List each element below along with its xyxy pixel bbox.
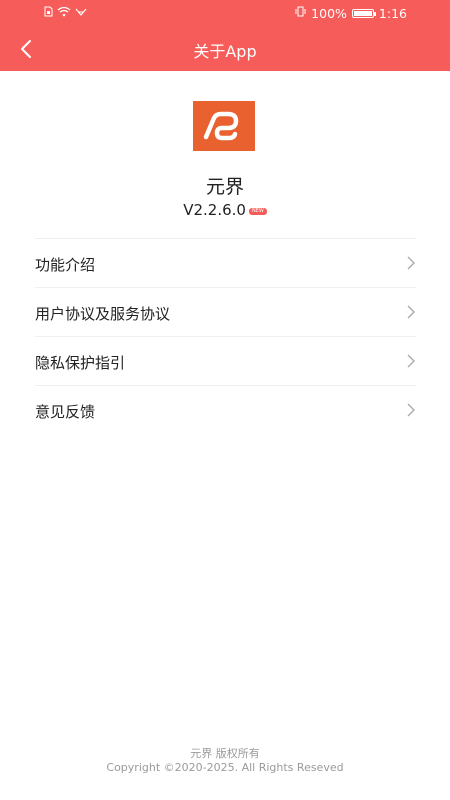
- menu-item-label: 功能介绍: [35, 256, 96, 274]
- app-name: 元界: [205, 176, 244, 198]
- battery-percent: 100%: [311, 6, 347, 21]
- footer: 元界 版权所有 Copyright ©2020-2025. All Rights…: [0, 747, 450, 775]
- battery-icon: [351, 9, 376, 18]
- header: 100% 1:16 关于App: [0, 0, 450, 71]
- chevron-right-icon: [407, 354, 415, 368]
- status-time: 1:16: [378, 6, 407, 21]
- menu-item-privacy-guide[interactable]: 隐私保护指引: [35, 337, 416, 386]
- page-title: 关于App: [193, 42, 257, 61]
- version-row: V2.2.6.0 NEW: [0, 201, 450, 219]
- new-badge: NEW: [248, 207, 267, 215]
- app-version: V2.2.6.0: [183, 201, 246, 219]
- menu-item-user-agreement[interactable]: 用户协议及服务协议: [35, 288, 416, 337]
- settings-menu: 功能介绍 用户协议及服务协议 隐私保护指引 意见反馈: [35, 238, 416, 434]
- chevron-right-icon: [407, 305, 415, 319]
- footer-owner: 元界 版权所有: [190, 747, 260, 760]
- menu-item-label: 隐私保护指引: [35, 354, 126, 372]
- chevron-right-icon: [407, 256, 415, 270]
- sim-icon: [44, 6, 53, 21]
- menu-item-feedback[interactable]: 意见反馈: [35, 386, 416, 434]
- menu-item-label: 用户协议及服务协议: [35, 305, 171, 323]
- menu-item-feature-intro[interactable]: 功能介绍: [35, 239, 416, 288]
- status-right: 100% 1:16: [295, 6, 407, 21]
- vibrate-icon: [295, 6, 306, 21]
- nav-bar: 关于App: [0, 28, 450, 71]
- menu-item-label: 意见反馈: [35, 403, 96, 421]
- signal-icon: [75, 6, 87, 21]
- footer-copyright: Copyright ©2020-2025. All Rights Reseved: [106, 761, 344, 774]
- app-logo-icon: [193, 101, 255, 151]
- status-left: [44, 6, 87, 21]
- wifi-icon: [57, 6, 71, 21]
- chevron-right-icon: [407, 403, 415, 417]
- status-bar: 100% 1:16: [0, 0, 450, 28]
